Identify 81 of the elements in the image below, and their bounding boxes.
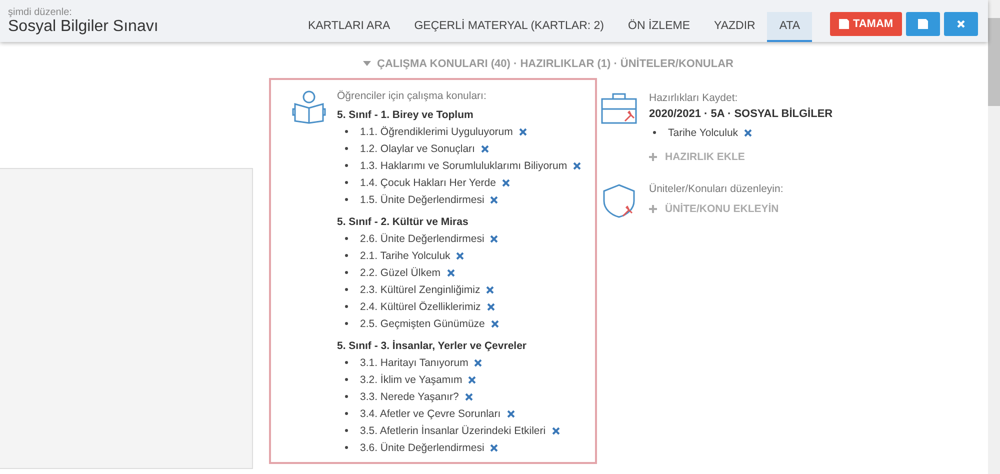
- remove-icon[interactable]: [490, 444, 498, 452]
- preparations-caption: Hazırlıkları Kaydet:: [649, 92, 739, 104]
- unit-title: 5. Sınıf - 3. İnsanlar, Yerler ve Çevreler: [337, 340, 528, 352]
- shield-icon: [601, 183, 637, 219]
- remove-icon[interactable]: [474, 358, 482, 366]
- topic-item: 1.5. Ünite Değerlendirmesi: [360, 194, 484, 206]
- unit-title: 5. Sınıf - 2. Kültür ve Miras: [337, 216, 470, 228]
- remove-icon[interactable]: [518, 128, 527, 136]
- plus-icon: [649, 205, 657, 213]
- topic-item: 3.5. Afetlerin İnsanlar Üzerindeki Etkileri: [360, 424, 546, 436]
- topic-item: 1.3. Haklarımı ve Sorumluluklarımı Biliyorum: [360, 160, 568, 172]
- bullet-icon: [345, 322, 348, 325]
- remove-icon[interactable]: [744, 128, 752, 136]
- tab[interactable]: ATA: [767, 12, 812, 42]
- remove-icon[interactable]: [468, 376, 476, 384]
- bullet-icon: [345, 395, 348, 398]
- tab[interactable]: YAZDIR: [702, 12, 768, 42]
- bullet-icon: [345, 198, 348, 201]
- save-icon: [918, 19, 928, 29]
- save-button[interactable]: [906, 12, 940, 36]
- bullet-icon: [345, 254, 348, 257]
- topic-item: 3.6. Ünite Değerlendirmesi: [360, 442, 484, 454]
- topic-item: 1.1. Öğrendiklerimi Uyguluyorum: [360, 126, 513, 138]
- topic-item: 1.2. Olaylar ve Sonuçları: [360, 142, 475, 154]
- caret-icon: [363, 61, 371, 67]
- remove-icon[interactable]: [490, 196, 498, 204]
- topic-item: 3.1. Haritayı Tanıyorum: [360, 356, 468, 368]
- remove-icon[interactable]: [480, 144, 489, 152]
- topic-item: 1.4. Çocuk Hakları Her Yerde: [360, 176, 496, 188]
- bullet-icon: [345, 412, 348, 415]
- scrollbar[interactable]: [988, 0, 1000, 474]
- topic-item: 3.4. Afetler ve Çevre Sorunları: [360, 408, 501, 420]
- remove-icon[interactable]: [490, 234, 498, 242]
- topic-item: 3.2. İklim ve Yaşamım: [360, 374, 462, 386]
- close-button[interactable]: [944, 12, 978, 36]
- bullet-icon: [653, 131, 656, 134]
- bullet-icon: [345, 237, 348, 240]
- course-title: 2020/2021 · 5A · SOSYAL BİLGİLER: [649, 108, 833, 120]
- bullet-icon: [345, 446, 348, 449]
- topic-item: 2.6. Ünite Değerlendirmesi: [360, 232, 484, 244]
- remove-icon[interactable]: [573, 162, 582, 170]
- plus-icon: [649, 153, 657, 161]
- bullet-icon: [345, 305, 348, 308]
- bullet-icon: [345, 288, 348, 291]
- topic-item: 2.5. Geçmişten Günümüze: [360, 318, 485, 330]
- remove-icon[interactable]: [552, 426, 560, 434]
- bullet-icon: [345, 147, 348, 150]
- topic-item: 2.1. Tarihe Yolculuk: [360, 250, 450, 262]
- tab[interactable]: GEÇERLİ MATERYAL (KARTLAR: 2): [402, 12, 616, 42]
- done-button[interactable]: TAMAM: [830, 12, 902, 36]
- document-title: Sosyal Bilgiler Sınavı: [8, 18, 160, 36]
- bullet-icon: [345, 130, 348, 133]
- bullet-icon: [345, 181, 348, 184]
- edit-caption: şimdi düzenle:: [8, 6, 73, 18]
- remove-icon[interactable]: [486, 286, 494, 294]
- unit-title: 5. Sınıf - 1. Birey ve Toplum: [337, 109, 474, 121]
- bullet-icon: [345, 361, 348, 364]
- tab[interactable]: KARTLARI ARA: [296, 12, 402, 42]
- topic-item: 2.2. Güzel Ülkem: [360, 266, 441, 278]
- close-icon: [957, 20, 965, 28]
- remove-icon[interactable]: [456, 252, 464, 260]
- topics-caption: Öğrenciler için çalışma konuları:: [337, 90, 488, 102]
- remove-icon[interactable]: [446, 268, 455, 276]
- preparation-item: Tarihe Yolculuk: [668, 126, 738, 138]
- remove-icon[interactable]: [490, 320, 499, 328]
- bullet-icon: [345, 164, 348, 167]
- remove-icon[interactable]: [506, 410, 515, 418]
- remove-icon[interactable]: [486, 302, 495, 310]
- reading-person-icon: [291, 90, 327, 124]
- remove-icon[interactable]: [502, 178, 510, 186]
- remove-icon[interactable]: [464, 392, 473, 400]
- briefcase-icon: [601, 92, 637, 124]
- topic-item: 2.4. Kültürel Özelliklerimiz: [360, 300, 481, 312]
- save-icon: [838, 19, 849, 29]
- bullet-icon: [345, 378, 348, 381]
- bullet-icon: [345, 271, 348, 274]
- bullet-icon: [345, 429, 348, 432]
- units-caption: Üniteler/Konuları düzenleyin:: [649, 183, 784, 195]
- topic-item: 3.3. Nerede Yaşanır?: [360, 390, 459, 402]
- tab[interactable]: ÖN İZLEME: [616, 12, 702, 42]
- topic-item: 2.3. Kültürel Zenginliğimiz: [360, 284, 480, 296]
